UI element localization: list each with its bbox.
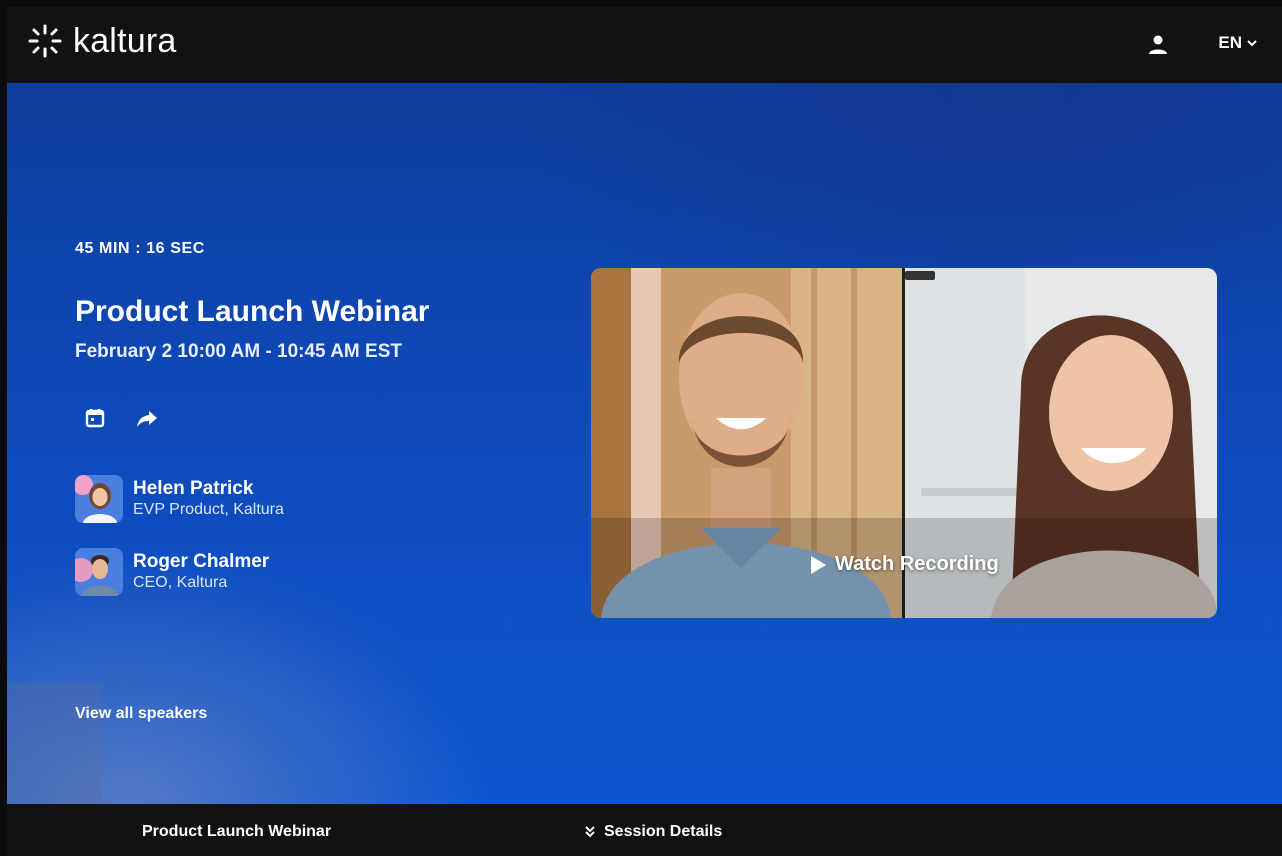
view-all-speakers-link[interactable]: View all speakers: [75, 705, 207, 723]
speaker-name: Roger Chalmer: [133, 551, 270, 572]
double-chevron-down-icon: [585, 826, 595, 838]
user-icon[interactable]: [1146, 33, 1170, 57]
logo-text: kaltura: [73, 22, 177, 60]
kaltura-logo-icon: [28, 24, 62, 58]
bottom-bar: Product Launch Webinar Session Details: [7, 804, 1282, 856]
language-selector[interactable]: EN: [1218, 33, 1258, 53]
speaker-roger-chalmer[interactable]: Roger Chalmer CEO, Kaltura: [75, 548, 269, 596]
speaker-info: Roger Chalmer CEO, Kaltura: [133, 551, 269, 593]
recording-video-thumbnail[interactable]: Watch Recording: [591, 268, 1217, 618]
language-label: EN: [1218, 33, 1242, 52]
session-details-toggle[interactable]: Session Details: [584, 823, 722, 841]
play-icon: [811, 555, 826, 574]
calendar-icon[interactable]: [83, 406, 107, 430]
watch-recording-button[interactable]: Watch Recording: [809, 553, 999, 576]
decorative-strip: [7, 683, 102, 804]
watch-recording-label: Watch Recording: [835, 553, 999, 575]
app-frame: kaltura EN 45 MIN : 16 SEC Product Launc…: [7, 7, 1282, 856]
share-icon[interactable]: [135, 406, 159, 430]
event-datetime: February 2 10:00 AM - 10:45 AM EST: [75, 341, 402, 362]
speaker-role: EVP Product, Kaltura: [133, 501, 284, 518]
countdown-timer: 45 MIN : 16 SEC: [75, 240, 205, 257]
kaltura-logo[interactable]: kaltura: [27, 23, 176, 59]
footer-event-title: Product Launch Webinar: [142, 823, 332, 840]
chevron-down-icon: [1247, 40, 1257, 47]
event-title: Product Launch Webinar: [75, 295, 430, 328]
avatar: [75, 548, 123, 596]
session-details-label: Session Details: [604, 823, 723, 840]
event-actions: [83, 406, 159, 430]
speaker-name: Helen Patrick: [133, 478, 254, 499]
avatar: [75, 475, 123, 523]
top-header: kaltura EN: [7, 7, 1282, 83]
speaker-role: CEO, Kaltura: [133, 574, 228, 591]
speaker-info: Helen Patrick EVP Product, Kaltura: [133, 478, 284, 520]
hero-section: 45 MIN : 16 SEC Product Launch Webinar F…: [7, 83, 1282, 804]
speaker-helen-patrick[interactable]: Helen Patrick EVP Product, Kaltura: [75, 475, 284, 523]
